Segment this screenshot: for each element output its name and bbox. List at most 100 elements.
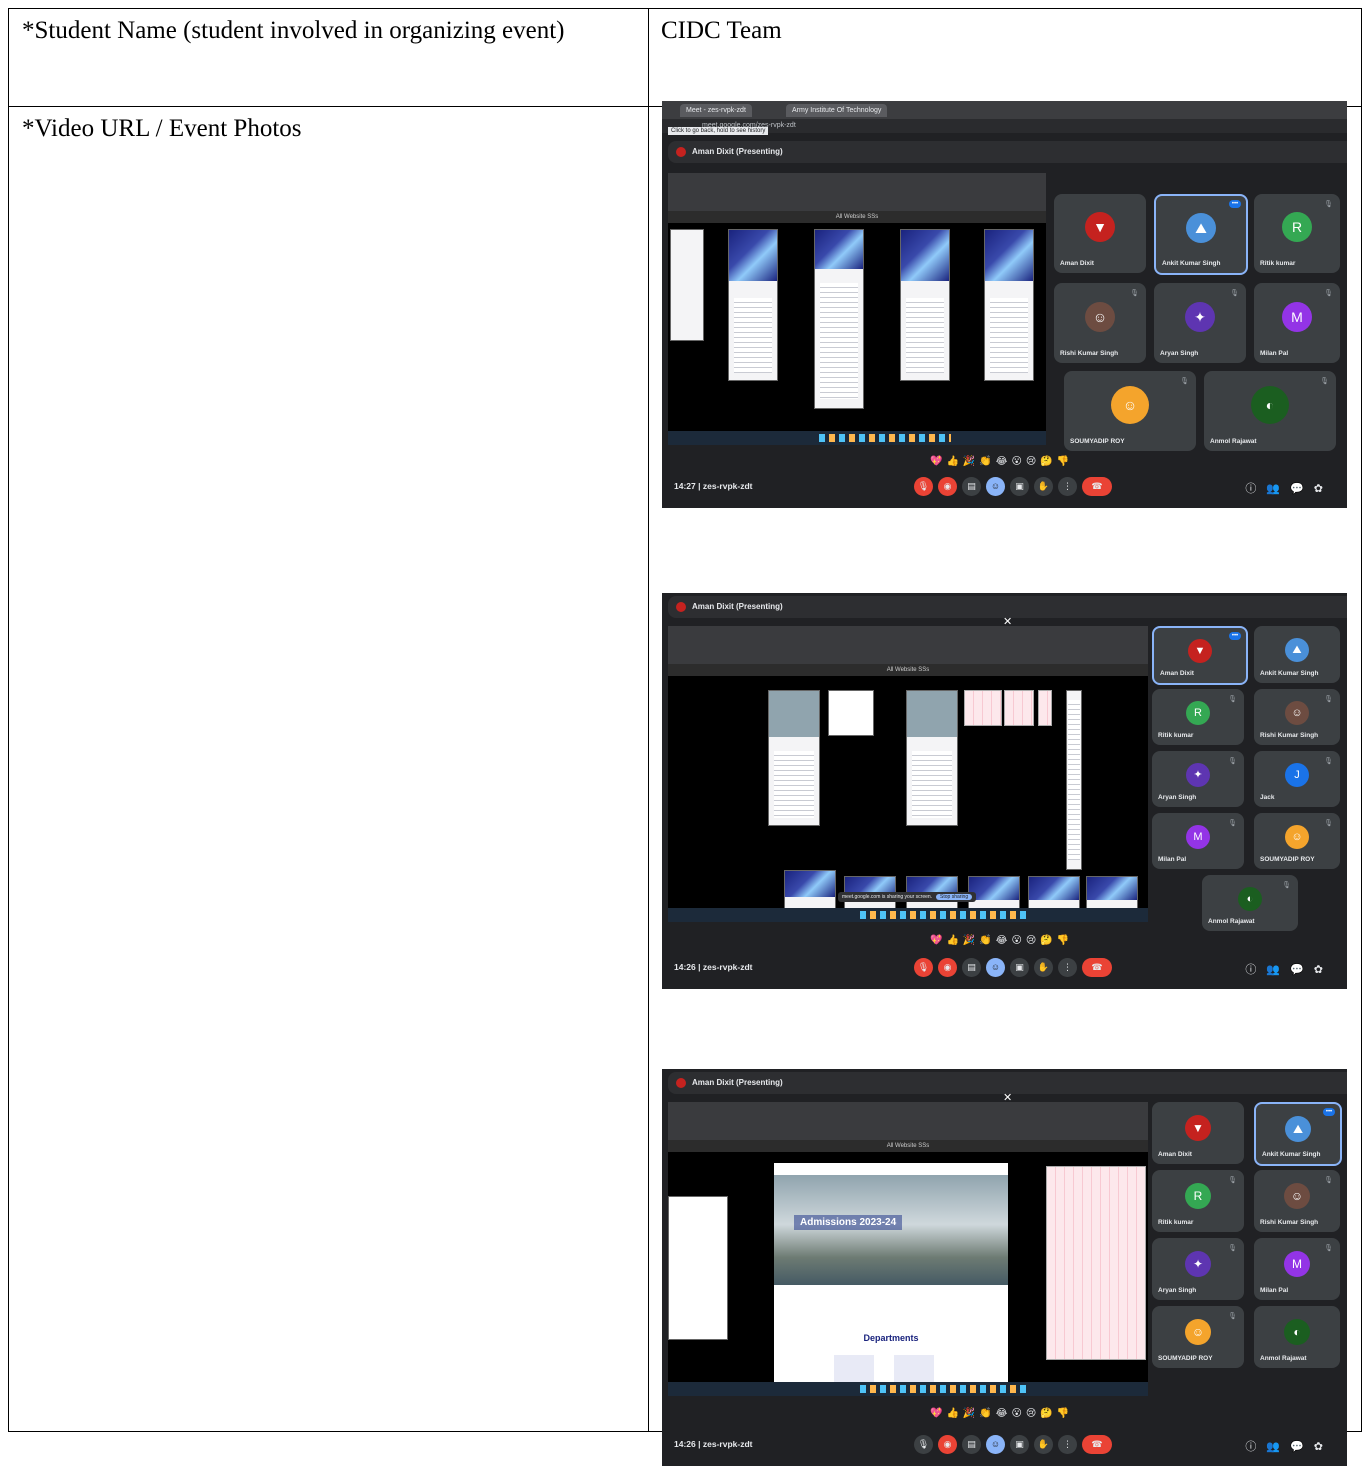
participant-name: Ankit Kumar Singh [1262, 1151, 1321, 1158]
participant-name: Aman Dixit [1160, 670, 1194, 677]
meet-footer: 14:27 | zes-rvpk-zdt 🎙 ◉ ▤ ☺ ▣ ✋ ⋮ ☎ ⓘ👥💬✿ [662, 468, 1347, 508]
participant-name: Rishi Kumar Singh [1260, 732, 1319, 739]
figma-grid-frame [1038, 690, 1052, 726]
meet-side-controls[interactable]: ⓘ👥💬✿ [1245, 480, 1333, 496]
more-icon[interactable]: ⋮ [1058, 1435, 1077, 1454]
presenter-avatar-icon [676, 1078, 686, 1088]
figma-frame [768, 690, 820, 826]
browser-tab-meet: Meet - zes-rvpk-zdt [680, 104, 752, 117]
participant-tile[interactable]: 🎙 ✦ Aryan Singh [1152, 1238, 1244, 1300]
participant-tile[interactable]: 🎙 ☺ SOUMYADIP ROY [1254, 813, 1340, 869]
emoji-icon[interactable]: ☺ [986, 958, 1005, 977]
participant-tile[interactable]: 🎙 ☺ Rishi Kumar Singh [1254, 689, 1340, 745]
participant-tile[interactable]: 🎙 ✦ Aryan Singh [1154, 283, 1246, 363]
participant-name: Anmol Rajawat [1208, 918, 1255, 925]
presenting-label: Aman Dixit (Presenting) [692, 602, 783, 611]
participant-tile[interactable]: 🎙 ☺ SOUMYADIP ROY [1064, 371, 1196, 451]
reactions-bar[interactable]: 💖👍🎉👏😂😮😢🤔👎 [930, 1408, 1073, 1420]
participant-name: Ritik kumar [1158, 732, 1194, 739]
end-call-icon[interactable]: ☎ [1082, 477, 1112, 496]
ritik-avatar: R [1282, 212, 1312, 243]
participant-tile[interactable]: ◐ Anmol Rajawat [1254, 1306, 1340, 1368]
end-call-icon[interactable]: ☎ [1082, 958, 1112, 977]
participant-tile[interactable]: 🎙 ☺ Rishi Kumar Singh [1254, 1170, 1340, 1232]
figma-frame [728, 229, 778, 381]
figma-frame [900, 229, 950, 381]
participant-tile[interactable]: ▼ Aman Dixit [1054, 194, 1146, 273]
stop-sharing-button[interactable]: Stop sharing [936, 894, 973, 900]
camera-toggle-icon[interactable]: ◉ [938, 1435, 957, 1454]
event-photo-2: Aman Dixit (Presenting) ✕ All Website SS… [662, 593, 1347, 989]
emoji-icon[interactable]: ☺ [986, 1435, 1005, 1454]
participant-tile[interactable]: ••• ⛰ Ankit Kumar Singh [1154, 194, 1248, 275]
mic-toggle-icon[interactable]: 🎙 [914, 477, 933, 496]
participant-tile[interactable]: ••• ⛰ Ankit Kumar Singh [1254, 1102, 1342, 1166]
ritik-avatar: R [1186, 700, 1210, 725]
captions-icon[interactable]: ▤ [962, 477, 981, 496]
raise-hand-icon[interactable]: ✋ [1034, 1435, 1053, 1454]
present-icon[interactable]: ▣ [1010, 958, 1029, 977]
participant-tile[interactable]: 🎙 R Ritik kumar [1152, 1170, 1244, 1232]
participant-tile[interactable]: 🎙 J Jack [1254, 751, 1340, 807]
mic-off-icon: 🎙 [1228, 1245, 1237, 1252]
present-icon[interactable]: ▣ [1010, 477, 1029, 496]
end-call-icon[interactable]: ☎ [1082, 1435, 1112, 1454]
windows-taskbar [668, 1382, 1148, 1396]
mic-toggle-icon[interactable]: 🎙 [914, 958, 933, 977]
call-controls: 🎙 ◉ ▤ ☺ ▣ ✋ ⋮ ☎ [914, 477, 1117, 497]
camera-toggle-icon[interactable]: ◉ [938, 958, 957, 977]
raise-hand-icon[interactable]: ✋ [1034, 477, 1053, 496]
participant-tile[interactable]: 🎙 M Milan Pal [1254, 1238, 1340, 1300]
mic-toggle-icon[interactable]: 🎙 [914, 1435, 933, 1454]
figma-frame [670, 229, 704, 341]
camera-toggle-icon[interactable]: ◉ [938, 477, 957, 496]
present-icon[interactable]: ▣ [1010, 1435, 1029, 1454]
student-name-label: *Student Name (student involved in organ… [22, 17, 565, 44]
more-options-icon[interactable]: ••• [1229, 632, 1241, 640]
more-icon[interactable]: ⋮ [1058, 477, 1077, 496]
captions-icon[interactable]: ▤ [962, 1435, 981, 1454]
more-options-icon[interactable]: ••• [1323, 1108, 1335, 1116]
browser-tab-bar: Meet - zes-rvpk-zdt Army Institute Of Te… [662, 101, 1347, 119]
participant-tile[interactable]: ▼ Aman Dixit [1152, 1102, 1244, 1164]
figma-grid-frame [1004, 690, 1034, 726]
participant-tile[interactable]: 🎙 ◐ Anmol Rajawat [1202, 875, 1298, 931]
participant-tile[interactable]: 🎙 ◐ Anmol Rajawat [1204, 371, 1336, 451]
meet-side-controls[interactable]: ⓘ👥💬✿ [1245, 1438, 1333, 1454]
participant-tile[interactable]: ••• ▼ Aman Dixit [1152, 626, 1248, 685]
raise-hand-icon[interactable]: ✋ [1034, 958, 1053, 977]
emoji-icon[interactable]: ☺ [986, 477, 1005, 496]
meeting-info: 14:26 | zes-rvpk-zdt [674, 1439, 753, 1449]
student-name-value: CIDC Team [661, 17, 782, 44]
student-name-row: *Student Name (student involved in organ… [8, 8, 1362, 107]
soumyadip-avatar: ☺ [1111, 385, 1149, 424]
presenting-label: Aman Dixit (Presenting) [692, 147, 783, 156]
participant-tile[interactable]: 🎙 R Ritik kumar [1152, 689, 1244, 745]
captions-icon[interactable]: ▤ [962, 958, 981, 977]
participant-name: Milan Pal [1260, 350, 1289, 357]
jack-avatar: J [1285, 762, 1309, 787]
participant-tile[interactable]: 🎙 ☺ SOUMYADIP ROY [1152, 1306, 1244, 1368]
event-report-table: *Student Name (student involved in organ… [8, 8, 1362, 1466]
participant-tile[interactable]: 🎙 M Milan Pal [1254, 283, 1340, 363]
more-icon[interactable]: ⋮ [1058, 958, 1077, 977]
anmol-avatar: ◐ [1284, 1319, 1310, 1346]
participant-name: SOUMYADIP ROY [1158, 1355, 1213, 1362]
participant-tile[interactable]: ⛰ Ankit Kumar Singh [1254, 626, 1340, 683]
more-options-icon[interactable]: ••• [1229, 200, 1241, 208]
figma-frame [668, 1196, 728, 1340]
meet-side-controls[interactable]: ⓘ👥💬✿ [1245, 961, 1333, 977]
participant-tile[interactable]: 🎙 ☺ Rishi Kumar Singh [1054, 283, 1146, 363]
participant-name: Milan Pal [1158, 856, 1187, 863]
participant-tile[interactable]: 🎙 R Ritik kumar [1254, 194, 1340, 273]
call-controls: 🎙 ◉ ▤ ☺ ▣ ✋ ⋮ ☎ [914, 958, 1117, 978]
reactions-bar[interactable]: 💖👍🎉👏😂😮😢🤔👎 [930, 935, 1073, 947]
ankit-avatar: ⛰ [1186, 213, 1216, 244]
mic-off-icon: 🎙 [1180, 378, 1189, 385]
aman-avatar: ▼ [1188, 639, 1212, 664]
reactions-bar[interactable]: 💖👍🎉👏😂😮😢🤔👎 [930, 456, 1073, 468]
back-tooltip: Click to go back, hold to see history [668, 127, 769, 135]
participant-tile[interactable]: 🎙 M Milan Pal [1152, 813, 1244, 869]
figma-frame [1066, 690, 1082, 870]
participant-tile[interactable]: 🎙 ✦ Aryan Singh [1152, 751, 1244, 807]
